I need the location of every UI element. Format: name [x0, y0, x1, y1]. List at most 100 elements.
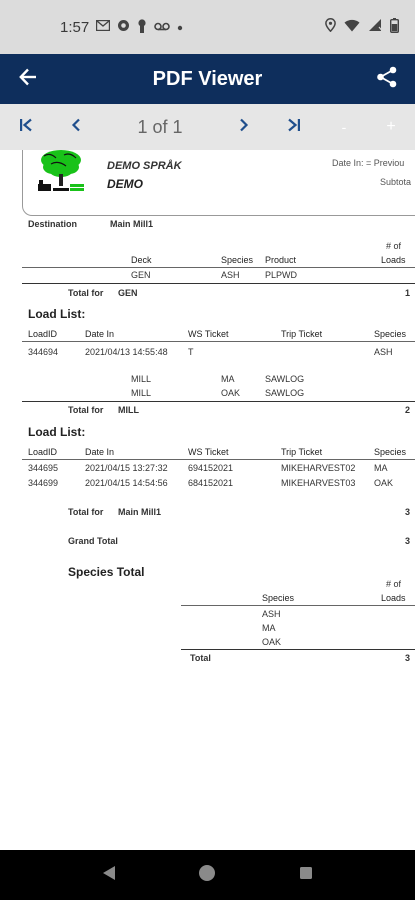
- total-main-name: Main Mill1: [118, 507, 162, 517]
- company-name: DEMO SPRÅK: [107, 160, 182, 172]
- status-right: [325, 17, 399, 37]
- list-item: MA: [262, 623, 276, 633]
- species-total-bottom-divider: [181, 649, 415, 650]
- total-mill-label: Total for: [68, 405, 104, 415]
- keyhole-icon: [137, 18, 147, 36]
- last-page-button[interactable]: [268, 104, 320, 150]
- species-total-species-header: Species: [262, 593, 295, 603]
- summary-species-value: ASH: [221, 270, 240, 280]
- date-in-label: Date In: = Previou: [332, 158, 405, 168]
- species-header-1: Species: [374, 329, 407, 339]
- table-row-species: ASH: [374, 347, 393, 357]
- subtotal-label: Subtota: [380, 177, 412, 187]
- wsticket-header-1: WS Ticket: [188, 329, 229, 339]
- nav-recents-button[interactable]: [286, 855, 326, 895]
- datein-header-2: Date In: [85, 447, 115, 457]
- back-button[interactable]: [0, 54, 56, 104]
- list-item: ASH: [262, 609, 281, 619]
- table-row-datein: 2021/04/15 13:27:32: [85, 463, 168, 473]
- species-total-divider: [181, 605, 415, 606]
- destination-label: Destination: [28, 219, 78, 229]
- total-main-label: Total for: [68, 507, 104, 517]
- deck-header: Deck: [131, 255, 152, 265]
- first-page-button[interactable]: [0, 104, 52, 150]
- total-mill-value: 2: [405, 405, 411, 415]
- list-item: OAK: [262, 637, 282, 647]
- wsticket-header-2: WS Ticket: [188, 447, 229, 457]
- zoom-out-button[interactable]: -: [320, 104, 368, 150]
- summary-row-divider: [22, 283, 415, 284]
- loadid-header-2: LoadID: [28, 447, 58, 457]
- chevron-left-icon: [71, 118, 81, 137]
- table-row-wsticket: 694152021: [188, 463, 234, 473]
- total-gen-label: Total for: [68, 288, 104, 298]
- loads-header-bottom: Loads: [381, 255, 406, 265]
- next-page-button[interactable]: [220, 104, 268, 150]
- mill-species-2: OAK: [221, 388, 241, 398]
- species-header-2: Species: [374, 447, 407, 457]
- signal-icon: [368, 18, 382, 36]
- triangle-back-icon: [102, 865, 116, 886]
- summary-header-divider: [22, 267, 415, 268]
- page-indicator: 1 of 1: [137, 116, 183, 137]
- summary-product-value: PLPWD: [265, 270, 298, 280]
- mill-divider: [22, 401, 415, 402]
- circle-icon: [117, 19, 130, 35]
- species-total-title: Species Total: [68, 565, 145, 579]
- pdf-page[interactable]: DEMO SPRÅK DEMO Date In: = Previou Subto…: [0, 150, 415, 850]
- destination-value: Main Mill1: [110, 219, 154, 229]
- app-bar: PDF Viewer: [0, 54, 415, 104]
- previous-page-button[interactable]: [52, 104, 100, 150]
- gmail-icon: [96, 19, 111, 34]
- species-total-value: 3: [405, 653, 411, 663]
- load-list-1-divider: [22, 341, 415, 342]
- page-title: PDF Viewer: [152, 67, 263, 90]
- total-gen-value: 1: [405, 288, 411, 298]
- table-row-loadid: 344695: [28, 463, 59, 473]
- tripticket-header-1: Trip Ticket: [281, 329, 323, 339]
- share-button[interactable]: [359, 54, 415, 104]
- grand-total-label: Grand Total: [68, 536, 118, 546]
- loads-header-top: # of: [386, 241, 402, 251]
- table-row-species: MA: [374, 463, 388, 473]
- total-gen-name: GEN: [118, 288, 138, 298]
- species-loads-header-top: # of: [386, 579, 402, 589]
- mill-deck-2: MILL: [131, 388, 152, 398]
- table-row-loadid: 344699: [28, 478, 59, 488]
- mill-deck-1: MILL: [131, 374, 152, 384]
- nav-back-button[interactable]: [89, 855, 129, 895]
- location-icon: [325, 18, 336, 36]
- pager-toolbar: 1 of 1 - +: [0, 104, 415, 150]
- table-row-tripticket: MIKEHARVEST03: [281, 478, 356, 488]
- table-row-wsticket: 684152021: [188, 478, 234, 488]
- table-row-datein: 2021/04/15 14:54:56: [85, 478, 168, 488]
- species-loads-header-bottom: Loads: [381, 593, 406, 603]
- table-row-wsticket: T: [188, 347, 194, 357]
- voicemail-icon: [154, 20, 171, 34]
- company-subtitle: DEMO: [107, 177, 143, 191]
- grand-total-value: 3: [405, 536, 411, 546]
- total-mill-name: MILL: [118, 405, 139, 415]
- load-list-2-divider: [22, 459, 415, 460]
- mill-product-1: SAWLOG: [265, 374, 305, 384]
- table-row-datein: 2021/04/13 14:55:48: [85, 347, 168, 357]
- load-list-title-2: Load List:: [28, 425, 86, 439]
- status-time: 1:57: [60, 18, 90, 36]
- tripticket-header-2: Trip Ticket: [281, 447, 323, 457]
- circle-home-icon: [198, 864, 216, 887]
- first-page-icon: [19, 118, 33, 137]
- datein-header-1: Date In: [85, 329, 115, 339]
- summary-deck-value: GEN: [131, 270, 151, 280]
- status-bar: 1:57: [0, 0, 415, 54]
- company-logo: [36, 150, 86, 194]
- mill-product-2: SAWLOG: [265, 388, 305, 398]
- share-icon: [376, 66, 398, 93]
- wifi-icon: [344, 19, 360, 36]
- chevron-right-icon: [239, 118, 249, 137]
- mill-species-1: MA: [221, 374, 235, 384]
- zoom-in-button[interactable]: +: [368, 104, 414, 150]
- square-recents-icon: [299, 866, 313, 885]
- arrow-back-icon: [19, 68, 37, 91]
- nav-home-button[interactable]: [187, 855, 227, 895]
- table-row-species: OAK: [374, 478, 394, 488]
